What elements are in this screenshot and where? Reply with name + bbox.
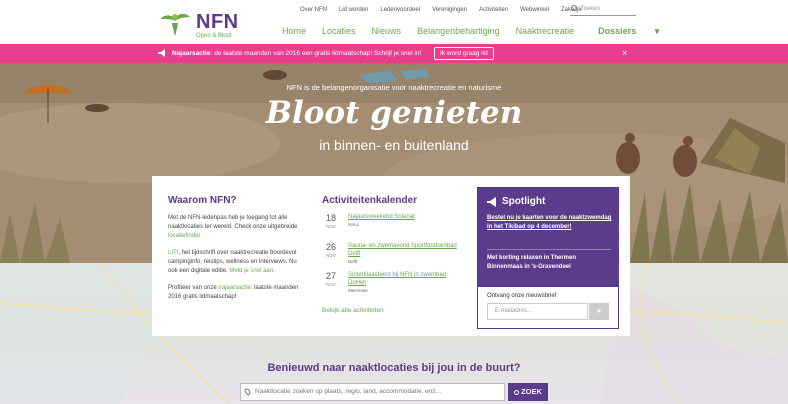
why-nfn-section: Waarom NFN? Met de NFN-ledenpas heb je t… xyxy=(168,195,308,310)
newsletter-label: Ontvang onze nieuwsbrief xyxy=(487,293,557,299)
nav-belangenbehartiging[interactable]: Belangenbehartiging xyxy=(409,26,508,37)
newsletter-submit-button[interactable]: ➤ xyxy=(589,303,609,320)
event-month: NOV xyxy=(326,224,336,229)
nav-naaktrecreatie[interactable]: Naaktrecreatie xyxy=(508,26,583,37)
become-member-button[interactable]: Ik word graag lid xyxy=(434,47,494,60)
topnav-activiteiten[interactable]: Activiteiten xyxy=(473,7,514,13)
topnav-verenigingen[interactable]: Verenigingen xyxy=(426,7,473,13)
promo-label: Najaarsactie: xyxy=(172,50,213,57)
locatiefinder-link[interactable]: locatiefinder xyxy=(168,233,200,239)
search-icon xyxy=(571,5,577,11)
location-search-input[interactable]: Naaktlocatie zoeken op plaats, regio, la… xyxy=(240,383,505,401)
location-search-placeholder: Naaktlocatie zoeken op plaats, regio, la… xyxy=(255,388,442,395)
why-nfn-title: Waarom NFN? xyxy=(168,195,237,206)
top-navigation: Over NFN Lid worden Ledenvoordeel Vereni… xyxy=(294,7,587,13)
activity-calendar: Activiteitenkalender 18 NOV Najaarsweeke… xyxy=(322,195,462,300)
event-place: HALL xyxy=(348,222,360,227)
event-month: NOV xyxy=(326,282,336,287)
calendar-event[interactable]: 26 NOV Sauna- en zwemavond Sportfondsenb… xyxy=(322,242,462,271)
promo-text: Najaarsactie: de laatste maanden van 201… xyxy=(172,50,421,57)
map-pin-icon xyxy=(243,387,252,396)
hero-subtitle: NFN is de belangenorganisatie voor naakt… xyxy=(286,83,502,92)
event-day: 26 xyxy=(325,242,336,252)
locator-question: Benieuwd naar naaktlocaties bij jou in d… xyxy=(267,362,521,374)
why-p1-text: Met de NFN-ledenpas heb je toegang tot a… xyxy=(168,215,298,230)
spotlight-title: Spotlight xyxy=(502,196,546,207)
event-title[interactable]: Najaarsweekend Solanat xyxy=(348,213,460,221)
event-title[interactable]: Sauna- en zwemavond Sportfondsenbad Delf… xyxy=(348,242,460,258)
signup-link[interactable]: Meld je snel aan. xyxy=(229,268,274,274)
najaarsactie-link[interactable]: najaarsactie xyxy=(218,285,250,291)
hero-title: Bloot genieten xyxy=(265,95,523,131)
event-place: Delft xyxy=(348,259,358,264)
calendar-title: Activiteitenkalender xyxy=(322,195,418,206)
why-p3-text-a: Profiteer van onze xyxy=(168,285,217,291)
nav-dossiers-label: Dossiers xyxy=(598,26,637,36)
why-nfn-paragraph-3: Profiteer van onze najaarsactie: laatste… xyxy=(168,284,308,302)
nav-home[interactable]: Home xyxy=(274,26,314,37)
spotlight-item-thermen[interactable]: Met korting relaxen in Thermen Binnenmaa… xyxy=(487,254,612,272)
nfn-logo[interactable]: NFN Open & Bloot xyxy=(158,11,239,39)
divider xyxy=(487,249,611,250)
nfn-logo-icon xyxy=(160,13,190,36)
event-month: NOV xyxy=(326,253,336,258)
main-navigation: Home Locaties Nieuws Belangenbehartiging… xyxy=(274,26,675,37)
top-search-placeholder: Zoeken xyxy=(580,6,601,12)
site-header: NFN Open & Bloot Over NFN Lid worden Led… xyxy=(0,0,788,44)
event-day: 18 xyxy=(325,213,336,223)
topnav-over-nfn[interactable]: Over NFN xyxy=(294,7,333,13)
nav-locaties[interactable]: Locaties xyxy=(314,26,364,37)
top-search-input[interactable]: Zoeken xyxy=(570,4,636,16)
promo-bar: Najaarsactie: de laatste maanden van 201… xyxy=(0,44,788,63)
close-icon[interactable]: × xyxy=(622,48,627,58)
event-day: 27 xyxy=(325,271,336,281)
promo-message: de laatste maanden van 2016 een gratis l… xyxy=(214,50,373,57)
hero-title-line2: in binnen- en buitenland xyxy=(319,137,469,153)
megaphone-icon xyxy=(487,197,496,207)
search-icon xyxy=(514,390,520,395)
why-nfn-paragraph-2: LITI, het tijdschrift over naaktrecreati… xyxy=(168,249,308,276)
chevron-down-icon: ▾ xyxy=(654,26,660,36)
spotlight-header: Spotlight Bestel nu je kaarten voor de n… xyxy=(478,188,618,287)
event-title[interactable]: Sinterklaasfeest bij NFN in zwembad DoHi… xyxy=(348,271,460,287)
topnav-ledenvoordeel[interactable]: Ledenvoordeel xyxy=(374,7,426,13)
send-icon: ➤ xyxy=(596,308,602,315)
search-button[interactable]: ZOEK xyxy=(508,383,548,401)
calendar-event[interactable]: 18 NOV Najaarsweekend Solanat HALL xyxy=(322,213,462,242)
search-button-label: ZOEK xyxy=(521,387,542,396)
spotlight-item-tikibad[interactable]: Bestel nu je kaarten voor de naaktzwemda… xyxy=(487,214,612,232)
why-nfn-paragraph-1: Met de NFN-ledenpas heb je toegang tot a… xyxy=(168,214,308,241)
nav-dossiers[interactable]: Dossiers ▾ xyxy=(582,26,675,37)
event-place: Meerssen xyxy=(348,288,368,293)
liti-link[interactable]: LITI xyxy=(168,250,178,256)
topnav-lid-worden[interactable]: Lid worden xyxy=(333,7,374,13)
topnav-webwinkel[interactable]: Webwinkel xyxy=(514,7,555,13)
newsletter-email-input[interactable]: E-mailadres... xyxy=(487,303,588,320)
nav-nieuws[interactable]: Nieuws xyxy=(364,26,410,37)
spotlight-box: Spotlight Bestel nu je kaarten voor de n… xyxy=(477,187,619,329)
logo-name: NFN xyxy=(196,11,239,33)
all-activities-link[interactable]: Bekijk alle activiteiten xyxy=(322,307,384,314)
calendar-event[interactable]: 27 NOV Sinterklaasfeest bij NFN in zwemb… xyxy=(322,271,462,300)
megaphone-icon xyxy=(158,49,165,57)
logo-tagline: Open & Bloot xyxy=(196,33,232,39)
promo-link[interactable]: Schrijf je snel in! xyxy=(374,50,421,57)
